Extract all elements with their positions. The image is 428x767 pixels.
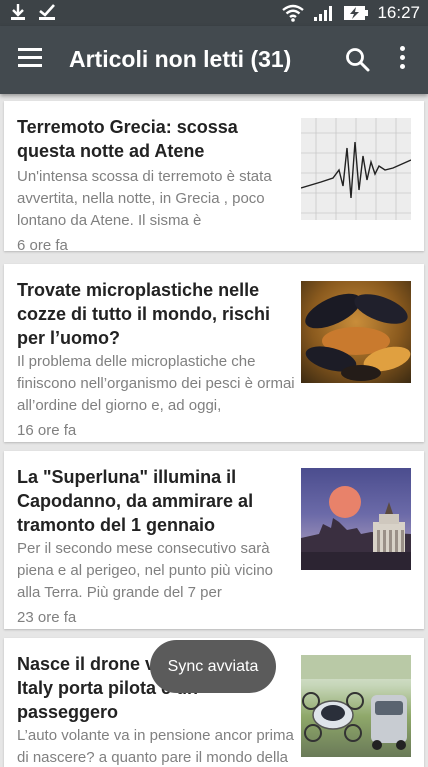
article-excerpt: Il problema delle microplastiche che fin… [17, 353, 295, 414]
article-card[interactable]: La "Superluna" illumina il Capodanno, da… [4, 451, 424, 629]
app-bar: Articoli non letti (31) [0, 26, 428, 94]
download-icon [11, 4, 25, 20]
seismograph-image [301, 118, 411, 220]
search-icon[interactable] [344, 46, 372, 74]
status-right: 16:27 [281, 2, 420, 24]
article-card[interactable]: Terremoto Grecia: scossa questa notte ad… [4, 101, 424, 254]
status-left [10, 3, 56, 21]
more-vert-icon[interactable] [396, 46, 408, 74]
article-title: Trovate microplastiche nelle cozze di tu… [17, 280, 271, 348]
article-time: 23 ore fa [17, 609, 77, 626]
check-icon [39, 4, 55, 20]
toast: Sync avviata [150, 640, 276, 693]
article-excerpt: L’auto volante va in pensione ancor prim… [17, 727, 294, 766]
article-card[interactable]: Trovate microplastiche nelle cozze di tu… [4, 264, 424, 442]
status-bar: 16:27 [0, 0, 428, 26]
drone-image [301, 655, 411, 757]
article-text: Trovate microplastiche nelle cozze di tu… [17, 278, 295, 442]
article-excerpt: Per il secondo mese consecutivo sarà pie… [17, 540, 274, 601]
article-title: Terremoto Grecia: scossa questa notte ad… [17, 117, 238, 161]
article-text: Terremoto Grecia: scossa questa notte ad… [17, 115, 295, 257]
article-excerpt: Un'intensa scossa di terremoto è stata a… [17, 168, 272, 229]
supermoon-image [301, 468, 411, 570]
wifi-icon [282, 4, 305, 22]
article-time: 6 ore fa [17, 237, 68, 254]
status-clock: 16:27 [377, 3, 420, 22]
article-title: La "Superluna" illumina il Capodanno, da… [17, 467, 254, 535]
mussels-image [301, 281, 411, 383]
menu-icon[interactable] [18, 48, 42, 72]
article-text: La "Superluna" illumina il Capodanno, da… [17, 465, 295, 629]
article-time: 16 ore fa [17, 422, 77, 439]
page-title: Articoli non letti (31) [69, 46, 292, 72]
battery-charging-icon [344, 6, 369, 20]
signal-icon [314, 6, 333, 21]
